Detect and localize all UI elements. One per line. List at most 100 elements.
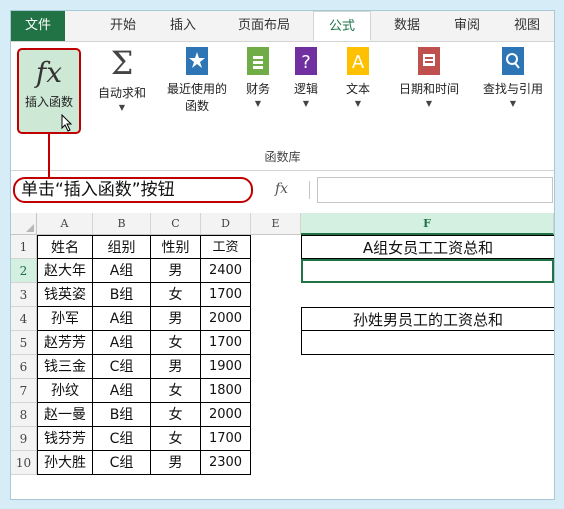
cell-a9[interactable]: 钱芬芳 xyxy=(37,427,93,451)
tab-page-layout[interactable]: 页面布局 xyxy=(229,11,299,41)
cell-e3[interactable] xyxy=(251,283,301,307)
cell-e2[interactable] xyxy=(251,259,301,283)
financial-book-icon xyxy=(247,47,269,75)
cell-b9[interactable]: C组 xyxy=(93,427,151,451)
logical-button[interactable]: ? 逻辑 ▼ xyxy=(289,46,323,108)
cell-b2[interactable]: A组 xyxy=(93,259,151,283)
cell-b6[interactable]: C组 xyxy=(93,355,151,379)
formula-input[interactable] xyxy=(317,177,553,203)
row-header[interactable]: 2 xyxy=(11,259,37,283)
row-header[interactable]: 8 xyxy=(11,403,37,427)
column-header-c[interactable]: C xyxy=(151,213,201,235)
row-header[interactable]: 3 xyxy=(11,283,37,307)
cell-c10[interactable]: 男 xyxy=(151,451,201,475)
cell-e10[interactable] xyxy=(251,451,301,475)
cell-c7[interactable]: 女 xyxy=(151,379,201,403)
cell-a3[interactable]: 钱英姿 xyxy=(37,283,93,307)
fx-icon[interactable]: fx xyxy=(275,181,288,197)
tab-insert[interactable]: 插入 xyxy=(163,11,203,41)
cell-d6[interactable]: 1900 xyxy=(201,355,251,379)
column-header-d[interactable]: D xyxy=(201,213,251,235)
cell-f10[interactable] xyxy=(301,451,554,475)
cell-f7[interactable] xyxy=(301,379,554,403)
cell-e6[interactable] xyxy=(251,355,301,379)
tab-review[interactable]: 审阅 xyxy=(447,11,487,41)
tab-formulas[interactable]: 公式 xyxy=(313,11,371,41)
cell-e1[interactable] xyxy=(251,235,301,259)
cell-a10[interactable]: 孙大胜 xyxy=(37,451,93,475)
cell-e4[interactable] xyxy=(251,307,301,331)
cell-d4[interactable]: 2000 xyxy=(201,307,251,331)
cell-f8[interactable] xyxy=(301,403,554,427)
cell-c3[interactable]: 女 xyxy=(151,283,201,307)
recent-label-line2: 函数 xyxy=(184,99,209,113)
cell-e8[interactable] xyxy=(251,403,301,427)
cell-d2[interactable]: 2400 xyxy=(201,259,251,283)
row-header[interactable]: 5 xyxy=(11,331,37,355)
cell-b3[interactable]: B组 xyxy=(93,283,151,307)
cell-c9[interactable]: 女 xyxy=(151,427,201,451)
cell-f1[interactable]: A组女员工工资总和 xyxy=(301,235,554,259)
cell-d9[interactable]: 1700 xyxy=(201,427,251,451)
cell-a8[interactable]: 赵一曼 xyxy=(37,403,93,427)
cell-d5[interactable]: 1700 xyxy=(201,331,251,355)
cell-c2[interactable]: 男 xyxy=(151,259,201,283)
tab-file[interactable]: 文件 xyxy=(11,11,65,41)
cell-f3[interactable] xyxy=(301,283,554,307)
recent-functions-button[interactable]: 最近使用的 函数 xyxy=(159,46,235,114)
cell-c1[interactable]: 性别 xyxy=(151,235,201,259)
row-header[interactable]: 7 xyxy=(11,379,37,403)
cell-b8[interactable]: B组 xyxy=(93,403,151,427)
cell-b7[interactable]: A组 xyxy=(93,379,151,403)
lookup-reference-button[interactable]: 查找与引用 ▼ xyxy=(473,46,553,108)
financial-button[interactable]: 财务 ▼ xyxy=(241,46,275,108)
autosum-button[interactable]: Σ 自动求和 ▼ xyxy=(91,46,153,112)
row-header[interactable]: 4 xyxy=(11,307,37,331)
cell-a2[interactable]: 赵大年 xyxy=(37,259,93,283)
date-time-button[interactable]: 日期和时间 ▼ xyxy=(391,46,467,108)
insert-function-button[interactable]: fx 插入函数 xyxy=(17,48,81,134)
cell-d10[interactable]: 2300 xyxy=(201,451,251,475)
cell-f9[interactable] xyxy=(301,427,554,451)
cell-f5[interactable] xyxy=(301,331,554,355)
cell-d7[interactable]: 1800 xyxy=(201,379,251,403)
row-header[interactable]: 10 xyxy=(11,451,37,475)
cell-a6[interactable]: 钱三金 xyxy=(37,355,93,379)
select-all-corner[interactable] xyxy=(11,213,37,235)
cell-f4[interactable]: 孙姓男员工的工资总和 xyxy=(301,307,554,331)
text-functions-button[interactable]: A 文本 ▼ xyxy=(341,46,375,108)
cell-b4[interactable]: A组 xyxy=(93,307,151,331)
cell-c8[interactable]: 女 xyxy=(151,403,201,427)
cell-c4[interactable]: 男 xyxy=(151,307,201,331)
financial-label: 财务 xyxy=(245,82,270,96)
cell-c6[interactable]: 男 xyxy=(151,355,201,379)
cell-a4[interactable]: 孙军 xyxy=(37,307,93,331)
calendar-book-icon xyxy=(418,47,440,75)
cell-a7[interactable]: 孙纹 xyxy=(37,379,93,403)
column-header-e[interactable]: E xyxy=(251,213,301,235)
cell-a1[interactable]: 姓名 xyxy=(37,235,93,259)
cell-f6[interactable] xyxy=(301,355,554,379)
tab-home[interactable]: 开始 xyxy=(103,11,143,41)
cell-d3[interactable]: 1700 xyxy=(201,283,251,307)
cell-d8[interactable]: 2000 xyxy=(201,403,251,427)
cell-d1[interactable]: 工资 xyxy=(201,235,251,259)
cell-b5[interactable]: A组 xyxy=(93,331,151,355)
tab-data[interactable]: 数据 xyxy=(387,11,427,41)
row-header[interactable]: 9 xyxy=(11,427,37,451)
row-header[interactable]: 1 xyxy=(11,235,37,259)
cell-e9[interactable] xyxy=(251,427,301,451)
cell-b1[interactable]: 组别 xyxy=(93,235,151,259)
column-header-a[interactable]: A xyxy=(37,213,93,235)
cell-b10[interactable]: C组 xyxy=(93,451,151,475)
cell-f2[interactable] xyxy=(301,259,554,283)
row-header[interactable]: 6 xyxy=(11,355,37,379)
cell-e5[interactable] xyxy=(251,331,301,355)
tab-view[interactable]: 视图 xyxy=(507,11,547,41)
column-header-b[interactable]: B xyxy=(93,213,151,235)
insert-function-label: 插入函数 xyxy=(24,95,73,109)
cell-a5[interactable]: 赵芳芳 xyxy=(37,331,93,355)
column-header-f[interactable]: F xyxy=(301,213,554,235)
cell-e7[interactable] xyxy=(251,379,301,403)
cell-c5[interactable]: 女 xyxy=(151,331,201,355)
